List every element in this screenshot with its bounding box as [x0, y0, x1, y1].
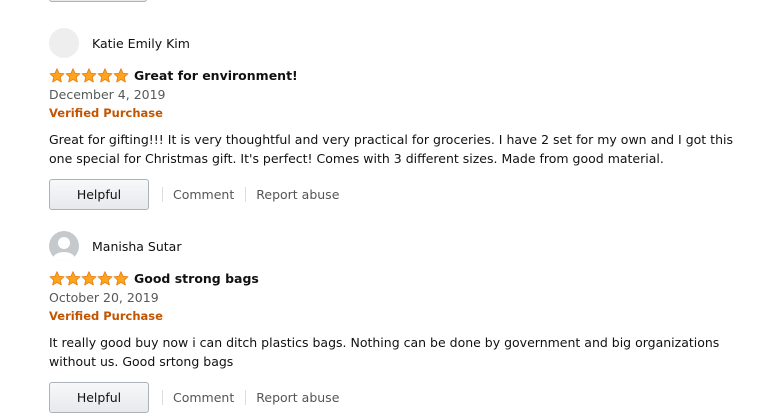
report-abuse-link[interactable]: Report abuse	[256, 390, 339, 405]
reviewer-name[interactable]: Manisha Sutar	[92, 239, 181, 254]
comment-link[interactable]: Comment	[173, 187, 234, 202]
star-filled-icon	[97, 270, 113, 285]
review-title-row: Great for environment!	[49, 67, 749, 83]
verified-purchase-badge: Verified Purchase	[49, 106, 163, 120]
review-body: Great for gifting!!! It is very thoughtf…	[49, 132, 733, 166]
reviewer-profile[interactable]: Katie Emily Kim	[49, 28, 749, 58]
review-date: October 20, 2019	[49, 290, 159, 305]
review-item: Katie Emily Kim Great for environment! D…	[49, 28, 749, 210]
review-item: Manisha Sutar Good strong bags October 2…	[49, 231, 749, 413]
divider	[162, 390, 163, 405]
user-avatar-icon[interactable]	[49, 231, 79, 261]
previous-helpful-button[interactable]	[49, 0, 147, 2]
star-filled-icon	[113, 270, 129, 285]
star-filled-icon	[113, 67, 129, 82]
star-filled-icon	[81, 67, 97, 82]
divider	[245, 187, 247, 202]
star-filled-icon	[81, 270, 97, 285]
star-filled-icon	[65, 270, 81, 285]
reviews-page: Katie Emily Kim Great for environment! D…	[0, 0, 773, 420]
helpful-button[interactable]: Helpful	[49, 179, 149, 210]
verified-purchase-badge: Verified Purchase	[49, 309, 163, 323]
avatar[interactable]	[49, 28, 79, 58]
divider	[162, 187, 163, 202]
star-filled-icon	[65, 67, 81, 82]
review-actions: Helpful Comment Report abuse	[49, 382, 749, 413]
report-abuse-link[interactable]: Report abuse	[256, 187, 339, 202]
star-filled-icon	[49, 270, 65, 285]
review-title[interactable]: Great for environment!	[134, 68, 298, 83]
review-title-row: Good strong bags	[49, 270, 749, 286]
reviewer-name[interactable]: Katie Emily Kim	[92, 36, 190, 51]
divider	[245, 390, 247, 405]
reviewer-profile[interactable]: Manisha Sutar	[49, 231, 749, 261]
star-filled-icon	[97, 67, 113, 82]
star-rating-icon[interactable]	[49, 67, 129, 83]
review-date: December 4, 2019	[49, 87, 166, 102]
review-actions: Helpful Comment Report abuse	[49, 179, 749, 210]
star-filled-icon	[49, 67, 65, 82]
comment-link[interactable]: Comment	[173, 390, 234, 405]
review-body: It really good buy now i can ditch plast…	[49, 335, 720, 369]
review-title[interactable]: Good strong bags	[134, 271, 259, 286]
helpful-button[interactable]: Helpful	[49, 382, 149, 413]
star-rating-icon[interactable]	[49, 270, 129, 286]
